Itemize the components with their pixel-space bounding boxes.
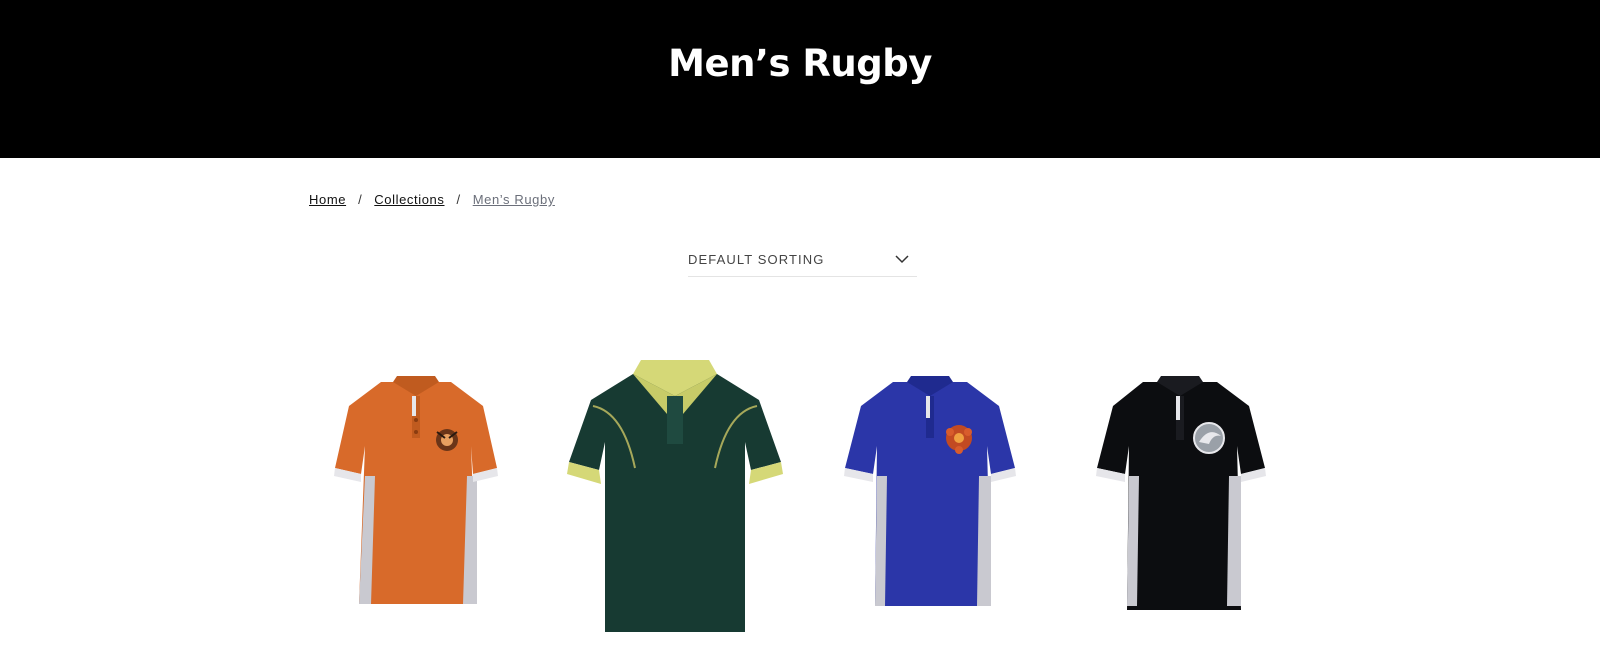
page-title: Men’s Rugby xyxy=(668,42,932,85)
blue-rugby-polo-shirt-icon xyxy=(844,376,1016,606)
product-card[interactable] xyxy=(841,376,1019,616)
collection-hero: Men’s Rugby xyxy=(0,0,1600,158)
breadcrumb-separator: / xyxy=(456,192,461,207)
green-gold-rugby-polo-shirt-icon xyxy=(567,360,783,632)
breadcrumb-collections-link[interactable]: Collections xyxy=(374,192,444,207)
sort-select[interactable]: DEFAULT SORTING xyxy=(688,243,917,277)
product-card[interactable] xyxy=(331,376,501,616)
breadcrumb-separator: / xyxy=(358,192,363,207)
chevron-down-icon xyxy=(895,251,909,269)
breadcrumb-current: Men’s Rugby xyxy=(472,192,555,207)
breadcrumb: Home / Collections / Men’s Rugby xyxy=(309,192,555,207)
product-grid xyxy=(309,340,1309,662)
product-card[interactable] xyxy=(563,358,787,634)
product-card[interactable] xyxy=(1093,376,1269,616)
breadcrumb-home-link[interactable]: Home xyxy=(309,192,346,207)
sort-selected-label: DEFAULT SORTING xyxy=(688,252,825,267)
orange-rugby-polo-shirt-icon xyxy=(334,376,498,604)
black-rugby-polo-shirt-icon xyxy=(1096,376,1266,610)
